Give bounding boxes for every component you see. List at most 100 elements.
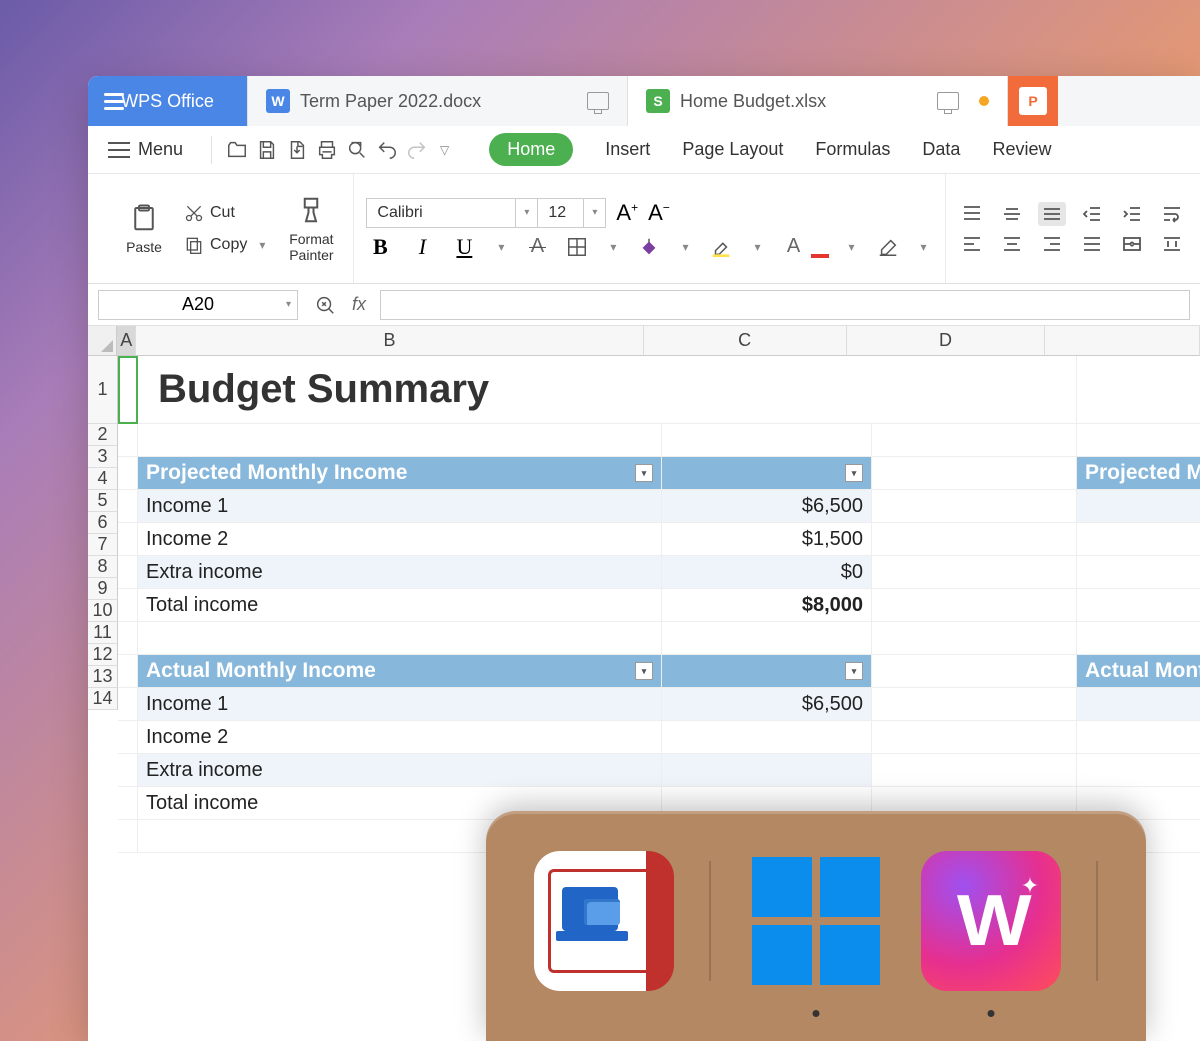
- cell-c11[interactable]: [662, 721, 872, 753]
- cell-b4[interactable]: Income 1: [138, 490, 662, 522]
- filter-dropdown-icon[interactable]: ▾: [635, 464, 653, 482]
- row-header-13[interactable]: 13: [88, 666, 118, 688]
- align-left-button[interactable]: [958, 232, 986, 256]
- wrap-text-button[interactable]: [1158, 202, 1186, 226]
- row-header-9[interactable]: 9: [88, 578, 118, 600]
- row-header-10[interactable]: 10: [88, 600, 118, 622]
- highlight-dropdown[interactable]: ▾: [748, 240, 766, 254]
- ribbon-tab-page-layout[interactable]: Page Layout: [682, 139, 783, 160]
- dock-app-parallels[interactable]: [534, 851, 674, 991]
- align-bottom-button[interactable]: [1038, 202, 1066, 226]
- merge-button[interactable]: [1118, 232, 1146, 256]
- font-name-select[interactable]: ▾ ▾: [366, 198, 606, 228]
- quickbar-customize-dropdown[interactable]: ▽: [434, 143, 455, 157]
- fill-dropdown[interactable]: ▾: [676, 240, 694, 254]
- cell-c5[interactable]: $1,500: [662, 523, 872, 555]
- cell-c7[interactable]: $8,000: [662, 589, 872, 621]
- dock-app-windows[interactable]: [746, 851, 886, 991]
- cell-c6[interactable]: $0: [662, 556, 872, 588]
- distribute-button[interactable]: [1158, 232, 1186, 256]
- fill-color-button[interactable]: [636, 234, 662, 260]
- filter-dropdown-icon[interactable]: ▾: [635, 662, 653, 680]
- cell-c4[interactable]: $6,500: [662, 490, 872, 522]
- save-icon[interactable]: [254, 137, 280, 163]
- column-header-e[interactable]: [1045, 326, 1200, 356]
- align-right-button[interactable]: [1038, 232, 1066, 256]
- open-icon[interactable]: [224, 137, 250, 163]
- column-header-a[interactable]: A: [117, 326, 136, 356]
- row-header-5[interactable]: 5: [88, 490, 118, 512]
- ribbon-tab-formulas[interactable]: Formulas: [815, 139, 890, 160]
- cell-b5[interactable]: Income 2: [138, 523, 662, 555]
- ribbon-tab-data[interactable]: Data: [922, 139, 960, 160]
- tab-document[interactable]: W Term Paper 2022.docx: [248, 76, 628, 126]
- tab-wps-home[interactable]: WPS Office: [88, 76, 248, 126]
- border-button[interactable]: [564, 234, 590, 260]
- ribbon-tab-home[interactable]: Home: [489, 133, 573, 166]
- font-size-input[interactable]: [538, 198, 584, 228]
- copy-dropdown-icon[interactable]: ▾: [253, 238, 271, 252]
- clear-dropdown[interactable]: ▾: [915, 240, 933, 254]
- font-color-button[interactable]: A: [781, 234, 807, 260]
- name-box[interactable]: A20 ▾: [98, 290, 298, 320]
- ribbon-tab-insert[interactable]: Insert: [605, 139, 650, 160]
- decrease-font-size-button[interactable]: A−: [648, 200, 670, 226]
- row-header-6[interactable]: 6: [88, 512, 118, 534]
- clear-format-button[interactable]: [875, 234, 901, 260]
- decrease-indent-button[interactable]: [1078, 202, 1106, 226]
- increase-font-size-button[interactable]: A+: [616, 200, 638, 226]
- copy-button[interactable]: Copy ▾: [184, 235, 271, 255]
- name-box-dropdown-icon[interactable]: ▾: [286, 299, 291, 310]
- filter-dropdown-icon[interactable]: ▾: [845, 662, 863, 680]
- print-preview-icon[interactable]: [344, 137, 370, 163]
- bold-button[interactable]: B: [366, 234, 394, 260]
- row-header-8[interactable]: 8: [88, 556, 118, 578]
- export-pdf-icon[interactable]: [284, 137, 310, 163]
- menu-button[interactable]: Menu: [102, 139, 189, 160]
- align-middle-button[interactable]: [998, 202, 1026, 226]
- row-header-14[interactable]: 14: [88, 688, 118, 710]
- tab-spreadsheet[interactable]: S Home Budget.xlsx: [628, 76, 1008, 126]
- column-header-b[interactable]: B: [136, 326, 643, 356]
- redo-icon[interactable]: [404, 137, 430, 163]
- dock-app-wps[interactable]: W ✦: [921, 851, 1061, 991]
- row-header-3[interactable]: 3: [88, 446, 118, 468]
- row-header-12[interactable]: 12: [88, 644, 118, 666]
- cell-b7[interactable]: Total income: [138, 589, 662, 621]
- cell-b6[interactable]: Extra income: [138, 556, 662, 588]
- font-name-input[interactable]: [366, 198, 516, 228]
- undo-icon[interactable]: [374, 137, 400, 163]
- increase-indent-button[interactable]: [1118, 202, 1146, 226]
- cell-c10[interactable]: $6,500: [662, 688, 872, 720]
- strikethrough-button[interactable]: A: [524, 234, 550, 260]
- align-center-button[interactable]: [998, 232, 1026, 256]
- row-header-1[interactable]: 1: [88, 356, 118, 424]
- align-top-button[interactable]: [958, 202, 986, 226]
- ribbon-tab-review[interactable]: Review: [992, 139, 1051, 160]
- column-header-c[interactable]: C: [644, 326, 847, 356]
- tab-presentation-stub[interactable]: P: [1008, 76, 1058, 126]
- font-color-dropdown[interactable]: ▾: [843, 240, 861, 254]
- row-header-2[interactable]: 2: [88, 424, 118, 446]
- print-icon[interactable]: [314, 137, 340, 163]
- underline-button[interactable]: U: [450, 234, 478, 260]
- present-icon[interactable]: [587, 92, 609, 110]
- cut-button[interactable]: Cut: [184, 203, 271, 223]
- cell-b11[interactable]: Income 2: [138, 721, 662, 753]
- section1-header[interactable]: Projected Monthly Income ▾: [138, 457, 662, 489]
- cell-c12[interactable]: [662, 754, 872, 786]
- cancel-formula-icon[interactable]: [312, 292, 338, 318]
- border-dropdown[interactable]: ▾: [604, 240, 622, 254]
- format-painter-button[interactable]: Format Painter: [281, 195, 341, 263]
- sheet-title[interactable]: Budget Summary: [138, 356, 662, 423]
- cell-b10[interactable]: Income 1: [138, 688, 662, 720]
- row-header-4[interactable]: 4: [88, 468, 118, 490]
- fx-icon[interactable]: fx: [352, 294, 366, 315]
- cell-b12[interactable]: Extra income: [138, 754, 662, 786]
- present-icon[interactable]: [937, 92, 959, 110]
- cell-area[interactable]: Budget Summary Projected Monthly Income …: [118, 356, 1200, 853]
- font-size-dropdown-icon[interactable]: ▾: [584, 198, 606, 228]
- font-name-dropdown-icon[interactable]: ▾: [516, 198, 538, 228]
- filter-dropdown-icon[interactable]: ▾: [845, 464, 863, 482]
- highlight-button[interactable]: [708, 234, 734, 260]
